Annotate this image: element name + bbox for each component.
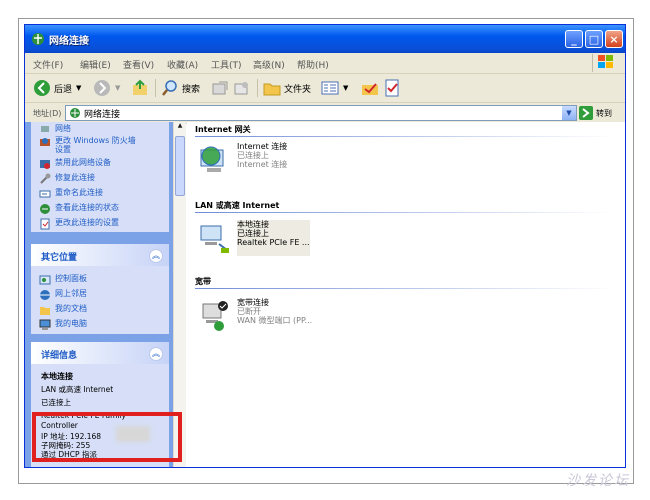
menu-file[interactable]: 文件(F) xyxy=(33,58,63,71)
scroll-up-arrow-icon[interactable]: ▲ xyxy=(174,122,186,129)
menu-view[interactable]: 查看(V) xyxy=(123,58,154,71)
folders-button[interactable]: 文件夹 xyxy=(263,78,311,98)
connection-internet[interactable]: Internet 连接 已连接上 Internet 连接 xyxy=(197,142,287,178)
settings-icon xyxy=(40,218,50,230)
address-field[interactable]: 网络连接 ▼ xyxy=(65,105,577,121)
menu-edit[interactable]: 编辑(E) xyxy=(80,58,111,71)
folders-icon xyxy=(263,83,281,96)
details-status: 已连接上 xyxy=(41,398,71,407)
section-divider xyxy=(195,212,615,213)
selected-connection-label: 本地连接 已连接上 Realtek PCIe FE ... xyxy=(237,220,310,256)
network-tasks-box: 网络 更改 Windows 防火墙设置 禁用此网络设备 修复此连接 重命名此连接… xyxy=(31,122,169,232)
status-icon xyxy=(40,204,50,214)
explorer-window: 网络连接 _ □ × 文件(F) 编辑(E) 查看(V) 收藏(A) 工具(T)… xyxy=(24,24,626,468)
up-folder-icon xyxy=(133,79,147,95)
connection-broadband[interactable]: 宽带连接 已断开 WAN 微型端口 (PP... xyxy=(197,298,312,334)
forward-button[interactable]: ▼ xyxy=(93,78,120,98)
network-connections-icon xyxy=(32,33,44,45)
forward-arrow-icon xyxy=(94,80,110,96)
move-to-icon xyxy=(212,81,228,95)
back-dropdown-icon[interactable]: ▼ xyxy=(76,84,81,92)
search-icon xyxy=(162,80,177,96)
control-panel-icon xyxy=(39,275,51,285)
place-my-computer[interactable]: 我的电脑 xyxy=(39,319,87,331)
menu-advanced[interactable]: 高级(N) xyxy=(253,58,285,71)
task-network[interactable]: 网络 xyxy=(39,124,71,136)
views-icon xyxy=(321,81,339,95)
task-rename[interactable]: 重命名此连接 xyxy=(39,188,103,200)
connections-list: Internet 网关 Internet 连接 已连接上 Internet 连接… xyxy=(187,122,625,467)
section-heading-gateway: Internet 网关 xyxy=(195,125,251,134)
folder-sync-icon xyxy=(362,83,378,95)
minimize-button[interactable]: _ xyxy=(565,30,583,48)
other-places-header[interactable]: 其它位置 ︽ xyxy=(31,244,169,266)
task-disable-device[interactable]: 禁用此网络设备 xyxy=(39,158,111,170)
disable-icon xyxy=(40,160,50,169)
go-button[interactable]: 转到 xyxy=(579,105,612,121)
copy-to-icon xyxy=(234,82,248,95)
title-bar[interactable]: 网络连接 _ □ × xyxy=(25,25,625,53)
toolbar-separator xyxy=(155,79,156,97)
forward-dropdown-icon[interactable]: ▼ xyxy=(115,84,120,92)
place-control-panel[interactable]: 控制面板 xyxy=(39,274,87,286)
connection-local[interactable]: 本地连接 已连接上 Realtek PCIe FE ... xyxy=(197,220,310,256)
up-folder-button[interactable] xyxy=(131,78,149,98)
address-dropdown-icon[interactable]: ▼ xyxy=(562,106,576,120)
task-view-status[interactable]: 查看此连接的状态 xyxy=(39,203,119,215)
collapse-chevron-icon[interactable]: ︽ xyxy=(149,249,163,263)
details-type: LAN 或高速 Internet xyxy=(41,385,114,394)
lan-connection-icon xyxy=(200,225,229,253)
menu-help[interactable]: 帮助(H) xyxy=(297,58,329,71)
menu-bar: 文件(F) 编辑(E) 查看(V) 收藏(A) 工具(T) 高级(N) 帮助(H… xyxy=(25,53,625,74)
network-places-icon xyxy=(40,290,50,300)
views-button[interactable]: ▼ xyxy=(321,78,348,98)
copy-to-button[interactable] xyxy=(233,78,251,98)
checklist-icon xyxy=(385,79,399,97)
place-my-documents[interactable]: 我的文档 xyxy=(39,304,87,316)
views-dropdown-icon[interactable]: ▼ xyxy=(343,84,348,92)
place-network-places[interactable]: 网上邻居 xyxy=(39,289,87,301)
go-arrow-icon xyxy=(579,106,593,120)
repair-icon xyxy=(40,173,51,184)
address-value: 网络连接 xyxy=(84,110,121,120)
menu-favorites[interactable]: 收藏(A) xyxy=(167,58,198,71)
rename-icon xyxy=(39,190,51,198)
details-name: 本地连接 xyxy=(41,372,73,381)
task-firewall[interactable]: 更改 Windows 防火墙设置 xyxy=(39,136,139,154)
windows-logo-icon xyxy=(592,54,619,72)
section-heading-lan: LAN 或高速 Internet xyxy=(195,201,280,210)
close-button[interactable]: × xyxy=(605,30,623,48)
address-label: 地址(D) xyxy=(33,109,62,118)
collapse-chevron-icon[interactable]: ︽ xyxy=(149,347,163,361)
scroll-thumb[interactable] xyxy=(175,136,185,196)
section-divider xyxy=(195,136,615,137)
properties-button[interactable] xyxy=(383,78,401,98)
task-change-settings[interactable]: 更改此连接的设置 xyxy=(39,218,119,230)
toolbar-separator xyxy=(257,79,258,97)
menu-tools[interactable]: 工具(T) xyxy=(211,58,242,71)
firewall-icon xyxy=(40,138,50,146)
highlight-box xyxy=(32,412,182,462)
toolbar: 后退 ▼ ▼ 搜索 文件夹 ▼ xyxy=(25,74,625,103)
task-repair[interactable]: 修复此连接 xyxy=(39,173,95,185)
internet-gateway-icon xyxy=(200,146,224,172)
window-title: 网络连接 xyxy=(49,36,89,47)
search-button[interactable]: 搜索 xyxy=(161,78,200,98)
sync-button[interactable] xyxy=(361,78,379,98)
history-button[interactable] xyxy=(211,78,229,98)
address-bar: 地址(D) 网络连接 ▼ 转到 xyxy=(25,103,625,124)
my-computer-icon xyxy=(39,319,51,330)
back-arrow-icon xyxy=(34,80,50,96)
details-header[interactable]: 详细信息 ︽ xyxy=(31,342,169,364)
watermark: 沙发论坛 xyxy=(566,473,630,489)
section-heading-broadband: 宽带 xyxy=(195,277,211,286)
network-folder-icon xyxy=(70,108,80,118)
back-button[interactable]: 后退 ▼ xyxy=(33,78,81,98)
network-icon xyxy=(41,126,49,132)
other-places-box: 其它位置 ︽ 控制面板 网上邻居 我的文档 我的电脑 xyxy=(31,244,169,334)
section-divider xyxy=(195,288,615,289)
maximize-button[interactable]: □ xyxy=(585,30,603,48)
my-documents-icon xyxy=(40,307,50,315)
broadband-connection-icon xyxy=(202,301,228,331)
